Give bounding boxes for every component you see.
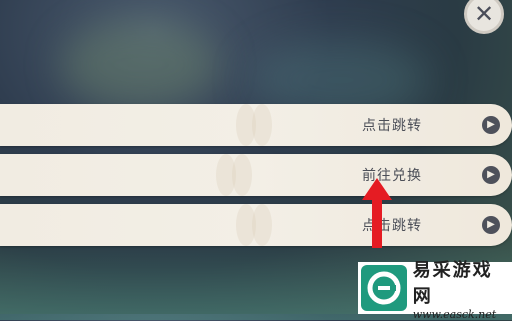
chevron-right-icon[interactable]: ▶ <box>482 116 500 134</box>
watermark-title: 易采游戏网 <box>412 259 493 307</box>
watermark-logo-icon <box>361 265 407 311</box>
close-icon: ✕ <box>473 0 495 28</box>
row-decoration <box>232 154 252 196</box>
watermark: 易采游戏网 www.easck.net <box>358 260 512 321</box>
row-decoration <box>252 204 272 246</box>
close-button[interactable]: ✕ <box>464 0 504 34</box>
jump-row-1[interactable]: 点击跳转 ▶ <box>0 104 512 146</box>
watermark-url: www.easck.net <box>412 307 497 321</box>
row-decoration <box>252 104 272 146</box>
row-label: 点击跳转 <box>362 118 422 134</box>
annotation-arrow-icon <box>362 178 392 248</box>
jump-row-2[interactable]: 点击跳转 ▶ <box>0 204 512 246</box>
chevron-right-icon[interactable]: ▶ <box>482 216 500 234</box>
background-blur <box>60 20 220 110</box>
exchange-row[interactable]: 前往兑换 ▶ <box>0 154 512 196</box>
chevron-right-icon[interactable]: ▶ <box>482 166 500 184</box>
